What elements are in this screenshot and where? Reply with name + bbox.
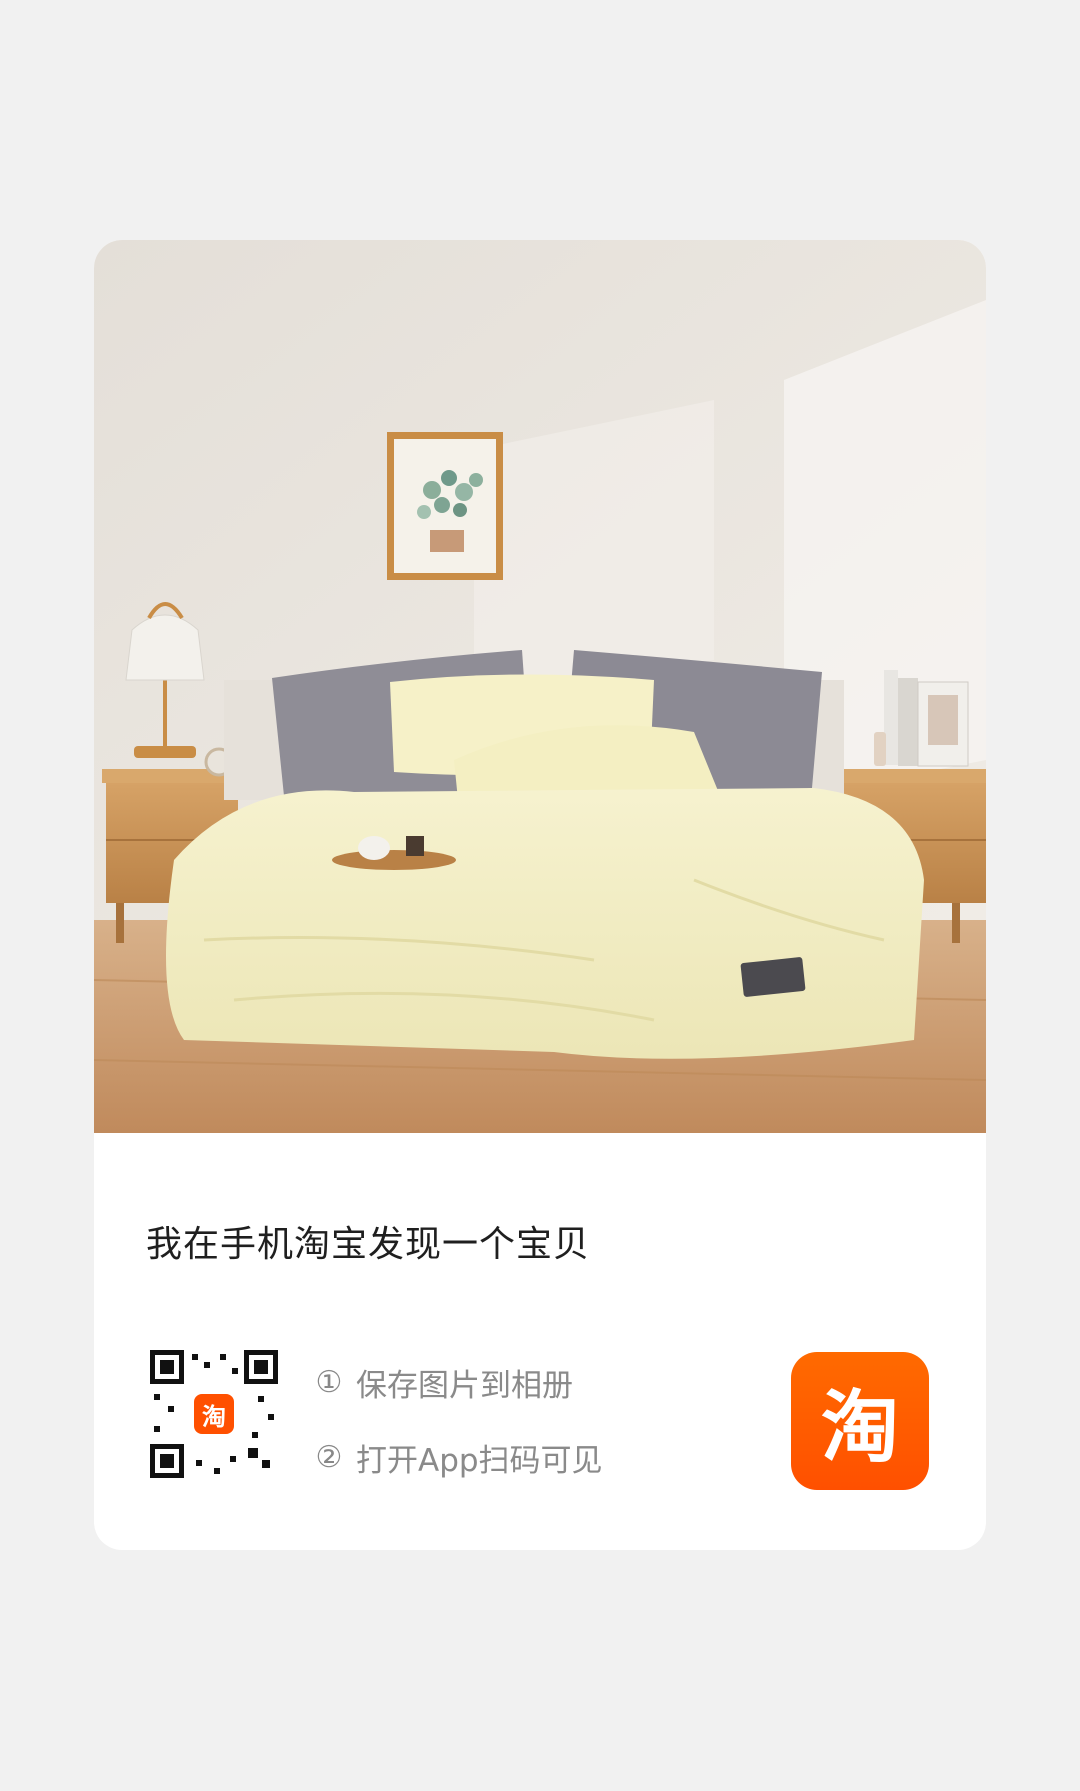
taobao-app-icon[interactable]: 淘 xyxy=(791,1352,929,1490)
step-open-app: ② 打开App扫码可见 xyxy=(314,1437,603,1479)
step-number: ① xyxy=(315,1364,343,1400)
share-card: 我在手机淘宝发现一个宝贝 淘 ① 保存图片到相册 ② 打开App扫码可见 淘 xyxy=(94,240,986,1550)
share-message: 我在手机淘宝发现一个宝贝 xyxy=(146,1224,591,1265)
step-save-image-label: 保存图片到相册 xyxy=(356,1367,573,1404)
qr-taobao-badge: 淘 xyxy=(194,1394,234,1434)
product-photo[interactable] xyxy=(94,240,986,1133)
step-save-image: ① 保存图片到相册 xyxy=(314,1362,603,1404)
step-open-app-label: 打开App扫码可见 xyxy=(356,1442,603,1479)
qr-code[interactable]: 淘 xyxy=(148,1348,280,1480)
step-number: ② xyxy=(315,1439,343,1475)
taobao-app-glyph: 淘 xyxy=(820,1383,899,1473)
scan-steps: ① 保存图片到相册 ② 打开App扫码可见 xyxy=(314,1362,603,1512)
